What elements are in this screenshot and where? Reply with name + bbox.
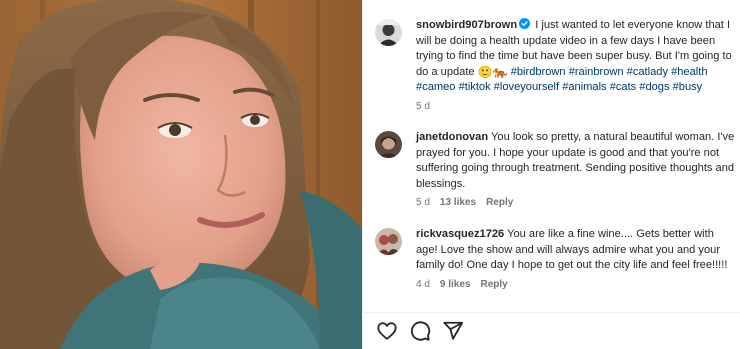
comment-username[interactable]: rickvasquez1726 bbox=[416, 228, 504, 240]
comment-username[interactable]: janetdonovan bbox=[416, 131, 488, 143]
selfie-image bbox=[0, 0, 362, 349]
share-button[interactable] bbox=[442, 320, 464, 342]
smile-emoji: 🙂 bbox=[477, 64, 493, 79]
avatar-image bbox=[375, 131, 402, 158]
comment-meta: 4 d 9 likes Reply bbox=[416, 279, 735, 291]
share-icon bbox=[443, 321, 464, 340]
hashtag-link[interactable]: #busy bbox=[673, 81, 703, 93]
comment-text-block: janetdonovan You look so pretty, a natur… bbox=[416, 130, 735, 209]
hashtag-link[interactable]: #rainbrown bbox=[569, 66, 624, 78]
action-bar bbox=[363, 312, 740, 349]
comment-item: rickvasquez1726 You are like a fine wine… bbox=[375, 227, 735, 291]
tiger-emoji: 🐅 bbox=[492, 64, 508, 79]
comments-panel: snowbird907brown I just wanted to let ev… bbox=[362, 0, 740, 349]
comment-timestamp[interactable]: 4 d bbox=[416, 279, 430, 290]
caption: snowbird907brown I just wanted to let ev… bbox=[375, 18, 735, 113]
caption-username[interactable]: snowbird907brown bbox=[416, 19, 517, 31]
verified-badge-icon bbox=[519, 18, 531, 29]
hashtag-link[interactable]: #cats bbox=[610, 81, 637, 93]
hashtag-link[interactable]: #tiktok bbox=[459, 81, 491, 93]
post-photo[interactable] bbox=[0, 0, 362, 349]
reply-button[interactable]: Reply bbox=[486, 197, 513, 208]
hashtag-link[interactable]: #birdbrown bbox=[511, 66, 566, 78]
avatar-image bbox=[375, 19, 402, 46]
hashtag-link[interactable]: #health bbox=[671, 66, 707, 78]
avatar[interactable] bbox=[375, 228, 402, 255]
comment-item: janetdonovan You look so pretty, a natur… bbox=[375, 130, 735, 209]
comments-scroll-area[interactable]: snowbird907brown I just wanted to let ev… bbox=[363, 0, 740, 312]
hashtag-link[interactable]: #dogs bbox=[639, 81, 669, 93]
comment-text-block: rickvasquez1726 You are like a fine wine… bbox=[416, 227, 735, 291]
comment-likes[interactable]: 9 likes bbox=[440, 279, 471, 290]
like-button[interactable] bbox=[376, 320, 398, 342]
comment-button[interactable] bbox=[409, 320, 431, 342]
hashtag-link[interactable]: #catlady bbox=[627, 66, 668, 78]
caption-timestamp[interactable]: 5 d bbox=[416, 101, 430, 112]
caption-text-block: snowbird907brown I just wanted to let ev… bbox=[416, 18, 735, 113]
heart-icon bbox=[377, 322, 397, 340]
avatar-image bbox=[375, 228, 402, 255]
avatar[interactable] bbox=[375, 131, 402, 158]
hashtag-link[interactable]: #loveyourself bbox=[494, 81, 559, 93]
hashtag-link[interactable]: #cameo bbox=[416, 81, 455, 93]
comment-icon bbox=[410, 321, 431, 341]
caption-meta: 5 d bbox=[416, 101, 735, 113]
comment-timestamp[interactable]: 5 d bbox=[416, 197, 430, 208]
avatar[interactable] bbox=[375, 19, 402, 46]
comment-meta: 5 d 13 likes Reply bbox=[416, 197, 735, 209]
comment-likes[interactable]: 13 likes bbox=[440, 197, 476, 208]
reply-button[interactable]: Reply bbox=[481, 279, 508, 290]
instagram-post: snowbird907brown I just wanted to let ev… bbox=[0, 0, 740, 349]
hashtag-link[interactable]: #animals bbox=[562, 81, 606, 93]
